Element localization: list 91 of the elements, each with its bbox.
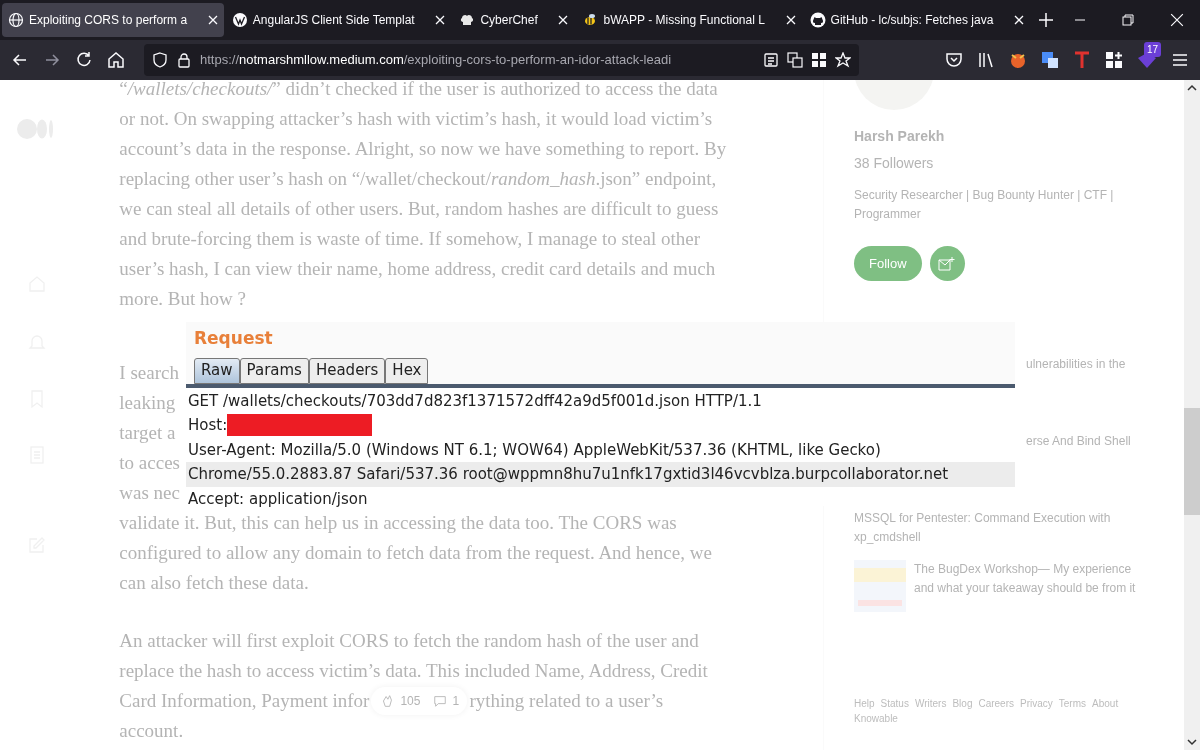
- article-text: leaking: [119, 391, 176, 415]
- close-icon[interactable]: [207, 15, 218, 25]
- footer-link[interactable]: Knowable: [854, 711, 898, 726]
- story-title[interactable]: erse And Bind Shell: [1026, 432, 1131, 451]
- article-text: was nec: [119, 481, 180, 505]
- star-icon[interactable]: [835, 52, 851, 68]
- close-window-icon[interactable]: [1170, 13, 1185, 27]
- pocket-icon[interactable]: [944, 50, 964, 70]
- footer-link[interactable]: Blog: [952, 696, 973, 711]
- browser-tab[interactable]: GitHub - lc/subjs: Fetches java: [803, 3, 1031, 37]
- author-bio: Security Researcher | Bug Bounty Hunter | CTF | Programmer: [854, 187, 1115, 223]
- globe-icon: [8, 12, 24, 28]
- close-icon[interactable]: [785, 15, 796, 25]
- request-tab[interactable]: Raw: [194, 357, 240, 384]
- article-text: and brute-forcing them is waste of time. If somehow, I manage to steal other: [119, 227, 701, 251]
- t-extension-icon[interactable]: [1072, 50, 1092, 70]
- tab-title: GitHub - lc/subjs: Fetches java: [830, 12, 995, 29]
- close-icon[interactable]: [435, 15, 446, 25]
- tab-title: bWAPP - Missing Functional L: [603, 12, 766, 29]
- follow-button[interactable]: Follow: [854, 246, 922, 281]
- footer-link[interactable]: Terms: [1058, 696, 1087, 711]
- restore-icon[interactable]: [1122, 14, 1135, 26]
- request-tab[interactable]: Params: [239, 357, 309, 384]
- article-text: target a: [119, 421, 176, 445]
- scroll-down-icon[interactable]: [1187, 738, 1197, 746]
- article-text: we can steal all details of other users. But, random hashes are difficult to guess: [119, 197, 719, 221]
- browser-tab[interactable]: AngularJS Client Side Templat: [225, 3, 452, 37]
- author-name: Harsh Parekh: [854, 127, 946, 146]
- article-text: rything related to a user’s: [469, 689, 664, 713]
- footer-link[interactable]: Privacy: [1020, 696, 1053, 711]
- url-text: https://notmarshmllow.medium.com/exploiting-cors-to-perform-an-idor-attack-leadi: [200, 51, 673, 70]
- article-text: I search: [119, 361, 179, 385]
- footer-link[interactable]: Careers: [978, 696, 1014, 711]
- article-text: more. But how ?: [119, 287, 246, 311]
- article-text: or not. On swapping attacker’s hash with victim’s hash, it would load victim’s: [119, 107, 713, 131]
- request-tab[interactable]: Hex: [385, 357, 429, 384]
- translate-extension-icon[interactable]: [1040, 50, 1060, 70]
- wordpress-icon: [231, 12, 248, 28]
- extension-badge: 17: [1144, 42, 1162, 57]
- tab-title: AngularJS Client Side Templat: [252, 12, 416, 29]
- browser-tab[interactable]: CyberChef: [453, 3, 575, 37]
- request-line: Chrome/55.0.2883.87 Safari/537.36 root@wppmn8hu7u1nfk17gxtid3l46vcvblza.burpcollaborator.net: [188, 464, 949, 485]
- library-icon[interactable]: [976, 50, 996, 70]
- footer-link[interactable]: Writers: [914, 696, 947, 711]
- scrollbar-thumb[interactable]: [1184, 408, 1200, 515]
- response-count: 1: [452, 693, 460, 710]
- article-text: An attacker will first exploit CORS to fetch the random hash of the user and: [119, 629, 699, 653]
- article-text: validate it. But, this can help us in accessing the data too. The CORS was: [119, 511, 677, 535]
- chef-hat-icon: [459, 12, 476, 28]
- follower-count: 38 Followers: [854, 154, 935, 173]
- address-bar[interactable]: https://notmarshmllow.medium.com/exploiting-cors-to-perform-an-idor-attack-leadi: [144, 44, 859, 76]
- article-text: account.: [119, 719, 184, 743]
- article-text: replacing other user’s hash on “/wallet/checkout/random_hash.json” endpoint,: [119, 167, 717, 191]
- story-title[interactable]: MSSQL for Pentester: Command Execution with xp_cmdshell: [854, 509, 1144, 547]
- request-line: Host:: [188, 415, 228, 436]
- scroll-up-icon[interactable]: [1187, 84, 1197, 92]
- lock-icon[interactable]: [176, 52, 192, 68]
- clap-count: 105: [400, 693, 421, 710]
- article-text: configured to allow any domain to fetch data from the request. And hence, we: [119, 541, 712, 565]
- translate-icon[interactable]: [787, 52, 803, 68]
- story-title[interactable]: ulnerabilities in the: [1026, 355, 1126, 374]
- request-line: GET /wallets/checkouts/703dd7d823f1371572dff42a9d5f001d.json HTTP/1.1: [188, 390, 762, 412]
- article-text: Card Information, Payment infor: [119, 689, 370, 713]
- article-text: to acces: [119, 451, 180, 475]
- grid-icon[interactable]: [811, 52, 827, 68]
- reader-view-icon[interactable]: [763, 52, 779, 68]
- close-icon[interactable]: [1014, 15, 1025, 25]
- shield-icon[interactable]: [152, 52, 168, 68]
- footer-link[interactable]: Help: [854, 696, 875, 711]
- article-text: “/wallets/checkouts/” didn’t checked if the user is authorized to access the data: [119, 80, 718, 101]
- close-icon[interactable]: [558, 15, 569, 25]
- tab-title: CyberChef: [480, 12, 539, 29]
- article-text: can also fetch these data.: [119, 571, 309, 595]
- footer-link[interactable]: Status: [880, 696, 909, 711]
- new-tab-icon[interactable]: [1038, 12, 1055, 28]
- github-icon: [809, 12, 826, 28]
- footer-link[interactable]: About: [1092, 696, 1119, 711]
- article-text: account’s data in the response. Alright, so now we have something to report. By: [119, 137, 727, 161]
- request-line: User-Agent: Mozilla/5.0 (Windows NT 6.1; WOW64) AppleWebKit/537.36 (KHTML, like Gecko): [188, 439, 881, 461]
- story-title[interactable]: The BugDex Workshop— My experience and what your takeaway should be from it: [914, 560, 1154, 612]
- article-text: user’s hash, I can view their name, home address, credit card details and much: [119, 257, 716, 281]
- article-text: replace the hash to access victim’s data. This included Name, Address, Credit: [119, 659, 708, 683]
- browser-tab[interactable]: bWAPP - Missing Functional L: [576, 3, 802, 37]
- request-tab[interactable]: Headers: [308, 357, 386, 384]
- request-title: Request: [194, 327, 274, 350]
- extensions-icon[interactable]: [1104, 50, 1124, 70]
- mail-plus-icon: [938, 255, 957, 272]
- browser-tab[interactable]: Exploiting CORS to perform a: [2, 3, 224, 37]
- tab-title: Exploiting CORS to perform a: [29, 12, 189, 29]
- home-icon[interactable]: [106, 50, 126, 70]
- request-line: Accept: application/json: [188, 488, 368, 510]
